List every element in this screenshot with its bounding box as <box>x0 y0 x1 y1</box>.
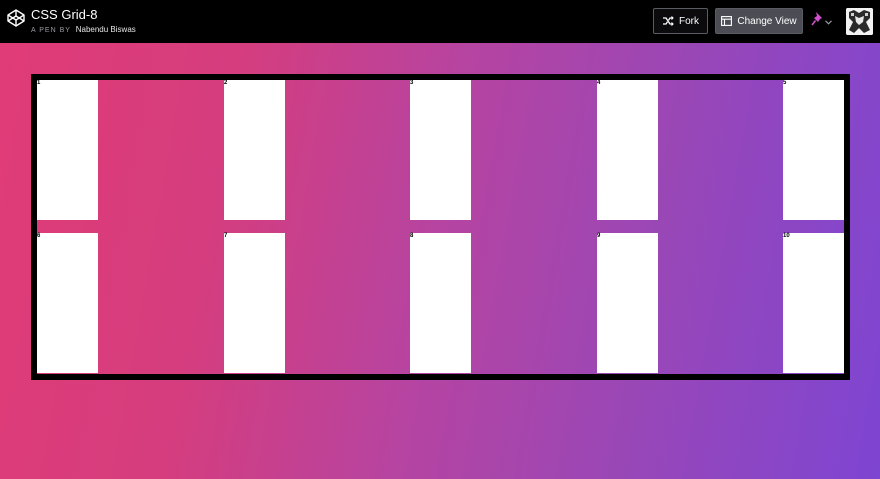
grid-item-number: 9 <box>597 233 601 239</box>
pen-byline: A PEN BY Nabendu Biswas <box>31 25 136 34</box>
grid-inner: 1 2 3 4 5 6 7 8 9 10 <box>37 80 844 374</box>
fork-button[interactable]: Fork <box>653 8 708 34</box>
grid-item: 5 <box>783 80 844 220</box>
grid-item: 4 <box>597 80 658 220</box>
pen-title[interactable]: CSS Grid-8 <box>31 7 97 22</box>
grid-container: 1 2 3 4 5 6 7 8 9 10 <box>31 74 850 380</box>
grid-item-number: 8 <box>410 233 414 239</box>
grid-item-number: 6 <box>37 233 41 239</box>
grid-item: 9 <box>597 233 658 373</box>
byline-prefix: A PEN BY <box>31 27 71 34</box>
grid-item: 10 <box>783 233 844 373</box>
grid-item: 7 <box>224 233 285 373</box>
grid-item-number: 7 <box>224 233 228 239</box>
grid-item: 8 <box>410 233 471 373</box>
avatar[interactable] <box>846 8 873 35</box>
grid-item-number: 2 <box>224 80 228 86</box>
grid-item: 3 <box>410 80 471 220</box>
pin-menu[interactable] <box>811 11 833 31</box>
pin-icon <box>811 11 825 32</box>
grid-item-number: 5 <box>783 80 787 86</box>
top-bar: CSS Grid-8 A PEN BY Nabendu Biswas Fork … <box>0 0 880 43</box>
fork-label: Fork <box>679 15 699 27</box>
chevron-down-icon <box>825 12 832 30</box>
grid-item-number: 1 <box>37 80 41 86</box>
grid-item: 1 <box>37 80 98 220</box>
change-view-label: Change View <box>737 15 797 27</box>
grid-item: 2 <box>224 80 285 220</box>
grid-item-number: 10 <box>783 233 790 239</box>
author-link[interactable]: Nabendu Biswas <box>76 25 136 34</box>
grid-item-number: 3 <box>410 80 414 86</box>
grid-item: 6 <box>37 233 98 373</box>
preview-pane: 1 2 3 4 5 6 7 8 9 10 <box>0 43 880 479</box>
layout-icon <box>721 16 733 26</box>
fork-icon <box>662 16 674 26</box>
change-view-button[interactable]: Change View <box>715 8 803 34</box>
codepen-logo-icon[interactable] <box>7 9 25 27</box>
grid-item-number: 4 <box>597 80 601 86</box>
